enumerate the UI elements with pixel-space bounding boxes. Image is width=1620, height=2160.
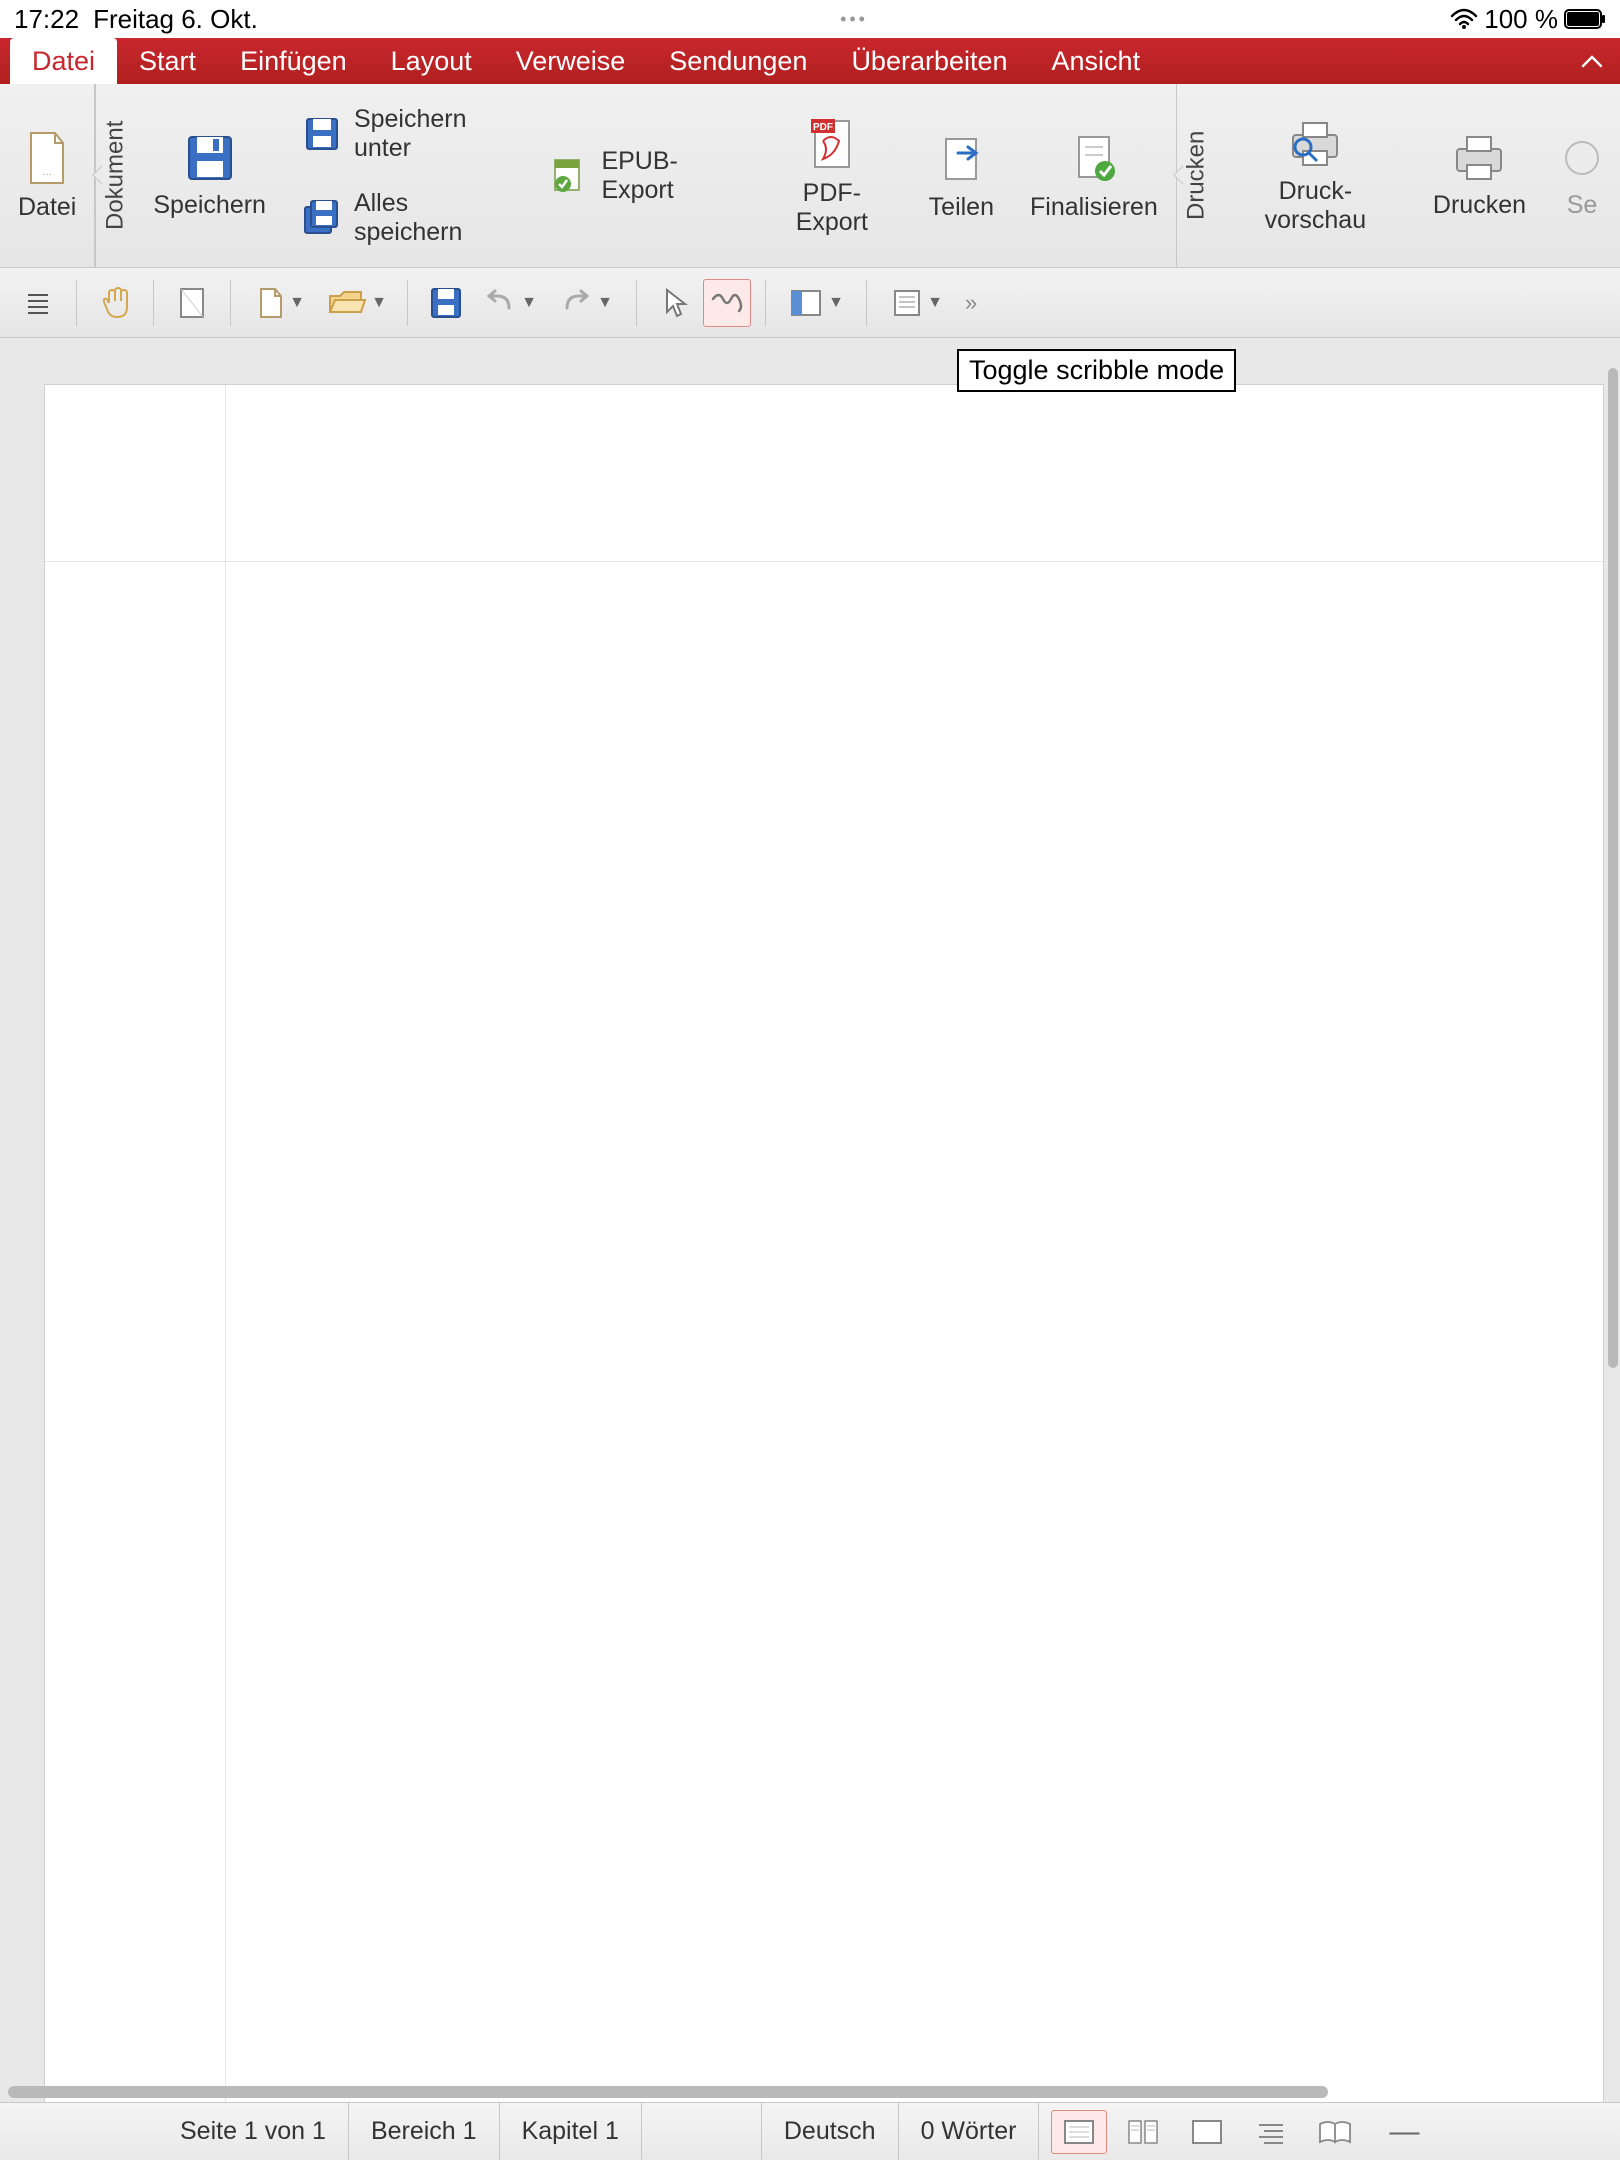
epub-icon	[549, 156, 589, 196]
ribbon-tab-start[interactable]: Start	[117, 38, 218, 84]
epub-export-button[interactable]: EPUB-Export	[539, 141, 745, 211]
ribbon-tab-verweise[interactable]: Verweise	[494, 38, 648, 84]
share-icon	[934, 129, 988, 187]
send-label-partial: Se	[1567, 191, 1598, 220]
save-all-label: Alles speichern	[354, 189, 514, 247]
print-group-header: Drucken	[1176, 84, 1216, 267]
ribbon-collapse-button[interactable]	[1572, 38, 1612, 84]
save-label: Speichern	[153, 191, 266, 220]
battery-percent: 100 %	[1484, 4, 1558, 35]
view-outline-button[interactable]	[1243, 2110, 1299, 2154]
chevron-down-icon: ▼	[371, 294, 387, 312]
ribbon-tabstrip: Datei Start Einfügen Layout Verweise Sen…	[0, 38, 1620, 84]
paragraph-marks-button[interactable]	[14, 279, 62, 327]
save-icon	[183, 131, 237, 185]
print-preview-button[interactable]: Druck-vorschau	[1216, 84, 1415, 267]
cursor-tool-button[interactable]	[651, 279, 699, 327]
pdf-export-label: PDF-Export	[771, 179, 893, 237]
horizontal-scrollbar[interactable]	[8, 2086, 1328, 2098]
scribble-tool-button[interactable]	[703, 279, 751, 327]
status-date: Freitag 6. Okt.	[93, 4, 258, 35]
ribbon-tab-einfuegen[interactable]: Einfügen	[218, 38, 369, 84]
view-book-button[interactable]	[1307, 2110, 1363, 2154]
pdf-export-button[interactable]: PDF PDF-Export	[753, 84, 911, 267]
send-icon	[1562, 131, 1602, 185]
redo-dropdown[interactable]: ▼	[550, 279, 622, 327]
save-as-button[interactable]: Speichern unter	[292, 99, 524, 169]
status-section[interactable]: Bereich 1	[348, 2103, 499, 2160]
ribbon-tab-ansicht[interactable]: Ansicht	[1030, 38, 1163, 84]
battery-icon	[1564, 9, 1606, 29]
ribbon-tab-layout[interactable]: Layout	[369, 38, 494, 84]
scribble-tooltip: Toggle scribble mode	[957, 349, 1236, 392]
quick-access-toolbar: ▼ ▼ ▼ ▼ ▼ ▼ »	[0, 268, 1620, 338]
document-group-header: Dokument	[95, 84, 135, 267]
ribbon-tab-sendungen[interactable]: Sendungen	[647, 38, 829, 84]
undo-dropdown[interactable]: ▼	[474, 279, 546, 327]
zoom-out-button[interactable]: —	[1375, 2115, 1433, 2149]
view-web-button[interactable]	[1179, 2110, 1235, 2154]
view-multi-button[interactable]	[1115, 2110, 1171, 2154]
file-group-label: Datei	[18, 193, 76, 222]
finalize-icon	[1067, 129, 1121, 187]
file-new-button[interactable]: ··· Datei	[0, 84, 95, 267]
save-as-icon	[302, 114, 342, 154]
chevron-down-icon: ▼	[521, 294, 537, 312]
wifi-icon	[1450, 8, 1478, 30]
pdf-icon: PDF	[805, 115, 859, 173]
finalize-label: Finalisieren	[1030, 193, 1158, 222]
print-preview-icon	[1283, 117, 1347, 171]
save-quick-button[interactable]	[422, 279, 470, 327]
share-label: Teilen	[929, 193, 994, 222]
share-button[interactable]: Teilen	[911, 84, 1012, 267]
status-time: 17:22	[14, 4, 79, 35]
status-wordcount[interactable]: 0 Wörter	[898, 2103, 1039, 2160]
status-dots-icon: •••	[258, 9, 1450, 30]
save-as-label: Speichern unter	[354, 105, 514, 163]
document-page[interactable]	[44, 384, 1604, 2102]
chevron-down-icon: ▼	[927, 294, 943, 312]
status-page[interactable]: Seite 1 von 1	[0, 2103, 348, 2160]
ribbon-panel: ··· Datei Dokument Speichern Speichern u…	[0, 84, 1620, 268]
document-canvas[interactable]	[0, 338, 1620, 2102]
toolbar-overflow-button[interactable]: »	[965, 290, 977, 316]
chevron-down-icon: ▼	[828, 294, 844, 312]
status-bar-bottom: Seite 1 von 1 Bereich 1 Kapitel 1 Deutsc…	[0, 2102, 1620, 2160]
save-button[interactable]: Speichern	[135, 84, 284, 267]
svg-text:···: ···	[42, 169, 52, 180]
vertical-scrollbar[interactable]	[1608, 368, 1618, 1368]
chevron-down-icon: ▼	[289, 294, 305, 312]
ribbon-tab-ueberarbeiten[interactable]: Überarbeiten	[829, 38, 1029, 84]
send-button-partial[interactable]: Se	[1544, 84, 1620, 267]
finalize-button[interactable]: Finalisieren	[1012, 84, 1176, 267]
print-preview-label: Druck-vorschau	[1234, 177, 1397, 235]
hand-tool-button[interactable]	[91, 279, 139, 327]
svg-text:PDF: PDF	[813, 122, 833, 133]
layout-view-dropdown[interactable]: ▼	[780, 279, 852, 327]
epub-export-label: EPUB-Export	[601, 147, 735, 205]
status-language[interactable]: Deutsch	[761, 2103, 898, 2160]
new-doc-dropdown[interactable]: ▼	[245, 279, 317, 327]
print-label: Drucken	[1433, 191, 1526, 220]
status-chapter[interactable]: Kapitel 1	[499, 2103, 641, 2160]
text-view-dropdown[interactable]: ▼	[881, 279, 953, 327]
print-icon	[1447, 131, 1511, 185]
page-shadow-button[interactable]	[168, 279, 216, 327]
open-dropdown[interactable]: ▼	[321, 279, 393, 327]
save-all-icon	[302, 198, 342, 238]
page-icon: ···	[23, 129, 71, 187]
save-all-button[interactable]: Alles speichern	[292, 183, 524, 253]
chevron-down-icon: ▼	[597, 294, 613, 312]
print-button[interactable]: Drucken	[1415, 84, 1544, 267]
system-status-bar: 17:22 Freitag 6. Okt. ••• 100 %	[0, 0, 1620, 38]
view-normal-button[interactable]	[1051, 2110, 1107, 2154]
ribbon-tab-datei[interactable]: Datei	[10, 38, 117, 84]
